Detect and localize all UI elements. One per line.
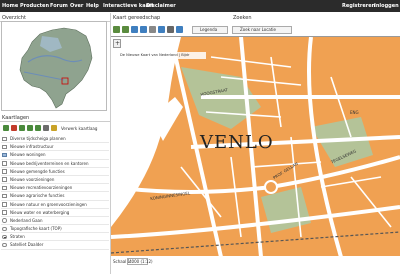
netherlands-overview-map: [2, 22, 106, 110]
zoom-plus-icon[interactable]: +: [115, 40, 120, 47]
layer-item[interactable]: Nieuwe voorzieningen: [1, 176, 109, 185]
layer-checkbox[interactable]: [2, 136, 7, 141]
layer-label: Nieuwe voorzieningen: [10, 176, 55, 182]
layer-top-icon[interactable]: [35, 125, 41, 131]
base-layer-item[interactable]: Nederland Gaan: [1, 217, 109, 226]
layer-checkbox[interactable]: [2, 152, 7, 158]
layer-item[interactable]: Nieuwe bedrijventerreinen en kantoren: [1, 160, 109, 168]
roundabout: [264, 180, 278, 194]
layer-label: Diverse tijdscheiga plannen: [10, 136, 66, 141]
overview-map[interactable]: [1, 21, 107, 111]
layer-info-icon[interactable]: [43, 125, 49, 131]
save-icon[interactable]: [176, 26, 183, 33]
layer-label: Nieuwe gemengde functies: [10, 168, 65, 174]
process-layer-label[interactable]: Verwerk kaartlaag: [61, 126, 97, 131]
layer-checkbox[interactable]: [2, 169, 7, 174]
nav-disclaimer[interactable]: Disclaimer: [146, 3, 176, 9]
layer-label: Topografische kaart (TOP): [10, 226, 62, 232]
legend-label: Legenda: [200, 27, 218, 32]
remove-layer-icon[interactable]: [11, 125, 17, 131]
layer-checkbox[interactable]: [2, 202, 7, 207]
zoom-in-icon[interactable]: [113, 26, 120, 33]
full-extent-icon[interactable]: [158, 26, 165, 33]
layer-label: Nieuwe natuur en groenvoorzieningen: [10, 201, 87, 207]
search-location-button[interactable]: Zoek naar Locatie: [232, 26, 292, 34]
layer-item[interactable]: Nieuwe gemengde functies: [1, 168, 109, 176]
layer-item[interactable]: Nieuwe recreatievoorzieningen: [1, 184, 109, 193]
add-layer-icon[interactable]: [3, 125, 9, 131]
layer-down-icon[interactable]: [27, 125, 33, 131]
base-layer-item[interactable]: Topografische kaart (TOP): [1, 225, 109, 234]
layer-checkbox[interactable]: [2, 161, 7, 166]
map-copyright: De Nieuwe Kaart van Nederland | Bijdr: [118, 52, 206, 59]
layer-item[interactable]: Nieuwe infrastructuur: [1, 143, 109, 152]
pan-icon[interactable]: [131, 26, 138, 33]
map-tools-title: Kaart gereedschap: [113, 15, 161, 21]
layer-item[interactable]: Nieuw water en waterberging: [1, 209, 109, 217]
layer-label: Satelliet Daalder: [10, 242, 44, 248]
layer-checkbox[interactable]: [2, 210, 7, 215]
nav-registreren[interactable]: Registreren: [342, 3, 375, 9]
search-location-label: Zoek naar Locatie: [240, 27, 276, 32]
layer-label: Nieuwe infrastructuur: [10, 144, 54, 150]
nav-over[interactable]: Over: [70, 3, 83, 9]
info-icon[interactable]: [140, 26, 147, 33]
measure-icon[interactable]: [149, 26, 156, 33]
layer-label: Nieuw water en waterberging: [10, 209, 70, 215]
layer-item[interactable]: Nieuwe natuur en groenvoorzieningen: [1, 201, 109, 209]
layer-label: Straten: [10, 234, 25, 240]
nav-forum[interactable]: Forum: [50, 3, 68, 9]
base-layer-item[interactable]: Straten: [1, 233, 109, 242]
nav-producten[interactable]: Producten: [20, 3, 49, 9]
layer-label: Nieuwe agrarische functies: [10, 193, 65, 199]
layer-checkbox[interactable]: [2, 144, 7, 150]
layer-item[interactable]: Diverse tijdscheiga plannen: [1, 135, 109, 144]
layer-item[interactable]: Nieuwe woningen: [1, 151, 109, 160]
scale-input[interactable]: 4000 (1:12): [127, 258, 153, 265]
layer-label: Nieuwe bedrijventerreinen en kantoren: [10, 160, 89, 166]
layer-up-icon[interactable]: [19, 125, 25, 131]
nav-inloggen[interactable]: Inloggen: [374, 3, 399, 9]
layer-checkbox[interactable]: [2, 185, 7, 191]
layer-edit-icon[interactable]: [51, 125, 57, 131]
layer-label: Nieuwe woningen: [10, 152, 46, 158]
layer-label: Nederland Gaan: [10, 217, 43, 223]
layer-toolbar: Verwerk kaartlaag: [1, 125, 107, 133]
top-navigation: Home Producten Forum Over Help Interacti…: [0, 0, 400, 12]
layer-checkbox[interactable]: [2, 177, 7, 182]
layer-item[interactable]: Nieuwe agrarische functies: [1, 192, 109, 201]
base-layer-item[interactable]: Satelliet Daalder: [1, 241, 109, 250]
base-layer-radio[interactable]: [2, 226, 7, 232]
layer-checkbox[interactable]: [2, 193, 7, 199]
city-label: VENLO: [200, 132, 274, 153]
search-title: Zoeken: [233, 15, 252, 21]
base-layer-radio[interactable]: [2, 234, 7, 240]
legend-button[interactable]: Legenda: [192, 26, 228, 34]
base-layer-radio[interactable]: [2, 242, 7, 248]
layer-label: Nieuwe recreatievoorzieningen: [10, 185, 73, 191]
layer-list: Diverse tijdscheiga plannen Nieuwe infra…: [1, 135, 109, 250]
zoom-control[interactable]: +: [113, 39, 121, 48]
zoom-out-icon[interactable]: [122, 26, 129, 33]
street-label: ENG: [350, 110, 359, 115]
print-icon[interactable]: [167, 26, 174, 33]
nav-home[interactable]: Home: [2, 3, 18, 9]
layers-divider: [0, 121, 110, 122]
base-layer-radio[interactable]: [2, 218, 7, 223]
nav-help[interactable]: Help: [86, 3, 99, 9]
